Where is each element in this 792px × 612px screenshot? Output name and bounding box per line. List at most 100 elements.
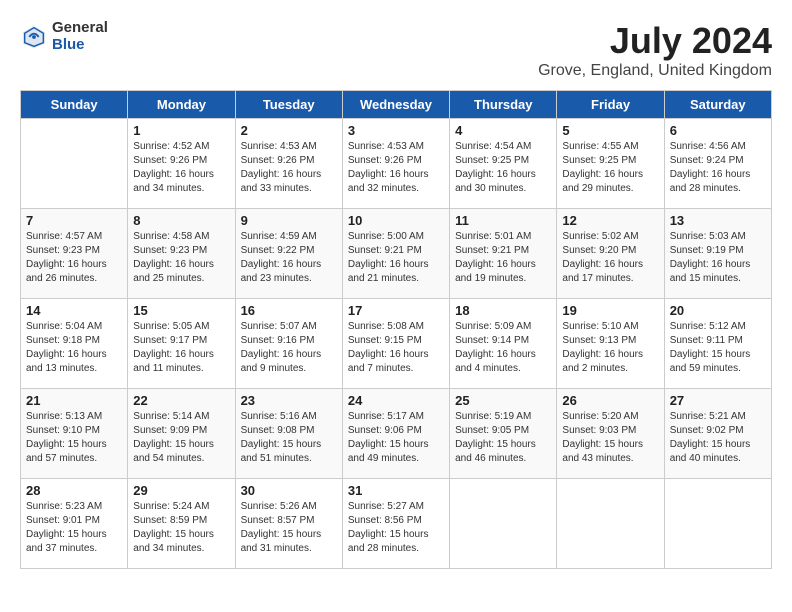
day-number: 27 xyxy=(670,393,766,408)
logo-icon xyxy=(20,23,48,51)
calendar-header-wednesday: Wednesday xyxy=(342,91,449,119)
calendar-cell: 18 Sunrise: 5:09 AM Sunset: 9:14 PM Dayli… xyxy=(450,299,557,389)
day-info: Sunrise: 5:17 AM Sunset: 9:06 PM Dayligh… xyxy=(348,410,444,466)
day-number: 26 xyxy=(562,393,658,408)
day-number: 25 xyxy=(455,393,551,408)
calendar-week-row: 28 Sunrise: 5:23 AM Sunset: 9:01 PM Dayli… xyxy=(21,479,772,569)
day-info: Sunrise: 5:21 AM Sunset: 9:02 PM Dayligh… xyxy=(670,410,766,466)
calendar-cell: 13 Sunrise: 5:03 AM Sunset: 9:19 PM Dayli… xyxy=(664,209,771,299)
calendar-header-friday: Friday xyxy=(557,91,664,119)
calendar-cell: 23Sunrise: 5:16 AM Sunset: 9:08 PM Dayli… xyxy=(235,389,342,479)
location-subtitle: Grove, England, United Kingdom xyxy=(538,62,772,80)
day-number: 4 xyxy=(455,123,551,138)
calendar-cell: 10 Sunrise: 5:00 AM Sunset: 9:21 PM Dayli… xyxy=(342,209,449,299)
calendar-header-saturday: Saturday xyxy=(664,91,771,119)
day-number: 30 xyxy=(241,483,337,498)
day-info: Sunrise: 5:05 AM Sunset: 9:17 PM Dayligh… xyxy=(133,320,229,376)
day-number: 17 xyxy=(348,303,444,318)
calendar-week-row: 7Sunrise: 4:57 AM Sunset: 9:23 PM Daylig… xyxy=(21,209,772,299)
day-info: Sunrise: 4:57 AM Sunset: 9:23 PM Dayligh… xyxy=(26,230,122,286)
calendar-header-sunday: Sunday xyxy=(21,91,128,119)
calendar-header-thursday: Thursday xyxy=(450,91,557,119)
page-header: General Blue July 2024 Grove, England, U… xyxy=(20,20,772,80)
day-info: Sunrise: 5:20 AM Sunset: 9:03 PM Dayligh… xyxy=(562,410,658,466)
day-info: Sunrise: 5:16 AM Sunset: 9:08 PM Dayligh… xyxy=(241,410,337,466)
logo-blue-text: Blue xyxy=(52,37,108,54)
day-info: Sunrise: 5:19 AM Sunset: 9:05 PM Dayligh… xyxy=(455,410,551,466)
day-number: 13 xyxy=(670,213,766,228)
day-number: 10 xyxy=(348,213,444,228)
day-info: Sunrise: 5:26 AM Sunset: 8:57 PM Dayligh… xyxy=(241,500,337,556)
day-number: 28 xyxy=(26,483,122,498)
day-number: 14 xyxy=(26,303,122,318)
calendar-cell: 15 Sunrise: 5:05 AM Sunset: 9:17 PM Dayli… xyxy=(128,299,235,389)
day-info: Sunrise: 5:12 AM Sunset: 9:11 PM Dayligh… xyxy=(670,320,766,376)
day-number: 16 xyxy=(241,303,337,318)
calendar-cell: 9 Sunrise: 4:59 AM Sunset: 9:22 PM Daylig… xyxy=(235,209,342,299)
day-number: 6 xyxy=(670,123,766,138)
calendar-cell: 2Sunrise: 4:53 AM Sunset: 9:26 PM Daylig… xyxy=(235,119,342,209)
day-info: Sunrise: 4:54 AM Sunset: 9:25 PM Dayligh… xyxy=(455,140,551,196)
calendar-cell: 30 Sunrise: 5:26 AM Sunset: 8:57 PM Dayli… xyxy=(235,479,342,569)
calendar-cell xyxy=(21,119,128,209)
calendar-cell: 12Sunrise: 5:02 AM Sunset: 9:20 PM Dayli… xyxy=(557,209,664,299)
day-info: Sunrise: 4:59 AM Sunset: 9:22 PM Dayligh… xyxy=(241,230,337,286)
logo-text: General Blue xyxy=(52,20,108,53)
day-number: 24 xyxy=(348,393,444,408)
day-info: Sunrise: 5:00 AM Sunset: 9:21 PM Dayligh… xyxy=(348,230,444,286)
logo-general-text: General xyxy=(52,20,108,37)
calendar-cell: 27 Sunrise: 5:21 AM Sunset: 9:02 PM Dayli… xyxy=(664,389,771,479)
day-info: Sunrise: 4:56 AM Sunset: 9:24 PM Dayligh… xyxy=(670,140,766,196)
day-info: Sunrise: 5:03 AM Sunset: 9:19 PM Dayligh… xyxy=(670,230,766,286)
day-info: Sunrise: 5:07 AM Sunset: 9:16 PM Dayligh… xyxy=(241,320,337,376)
day-info: Sunrise: 4:53 AM Sunset: 9:26 PM Dayligh… xyxy=(241,140,337,196)
day-info: Sunrise: 4:58 AM Sunset: 9:23 PM Dayligh… xyxy=(133,230,229,286)
calendar-cell xyxy=(450,479,557,569)
calendar-cell: 22 Sunrise: 5:14 AM Sunset: 9:09 PM Dayli… xyxy=(128,389,235,479)
logo: General Blue xyxy=(20,20,108,53)
calendar-week-row: 14 Sunrise: 5:04 AM Sunset: 9:18 PM Dayli… xyxy=(21,299,772,389)
calendar-cell xyxy=(557,479,664,569)
calendar-header-row: SundayMondayTuesdayWednesdayThursdayFrid… xyxy=(21,91,772,119)
day-info: Sunrise: 5:13 AM Sunset: 9:10 PM Dayligh… xyxy=(26,410,122,466)
day-number: 22 xyxy=(133,393,229,408)
calendar-cell: 3Sunrise: 4:53 AM Sunset: 9:26 PM Daylig… xyxy=(342,119,449,209)
day-number: 1 xyxy=(133,123,229,138)
calendar-cell: 25 Sunrise: 5:19 AM Sunset: 9:05 PM Dayli… xyxy=(450,389,557,479)
calendar-cell: 31 Sunrise: 5:27 AM Sunset: 8:56 PM Dayli… xyxy=(342,479,449,569)
day-info: Sunrise: 5:04 AM Sunset: 9:18 PM Dayligh… xyxy=(26,320,122,376)
day-info: Sunrise: 5:24 AM Sunset: 8:59 PM Dayligh… xyxy=(133,500,229,556)
calendar-cell: 8Sunrise: 4:58 AM Sunset: 9:23 PM Daylig… xyxy=(128,209,235,299)
calendar-cell: 24 Sunrise: 5:17 AM Sunset: 9:06 PM Dayli… xyxy=(342,389,449,479)
day-info: Sunrise: 5:23 AM Sunset: 9:01 PM Dayligh… xyxy=(26,500,122,556)
calendar-cell: 29 Sunrise: 5:24 AM Sunset: 8:59 PM Dayli… xyxy=(128,479,235,569)
calendar-week-row: 21 Sunrise: 5:13 AM Sunset: 9:10 PM Dayli… xyxy=(21,389,772,479)
calendar-table: SundayMondayTuesdayWednesdayThursdayFrid… xyxy=(20,90,772,569)
day-number: 31 xyxy=(348,483,444,498)
calendar-body: 1 Sunrise: 4:52 AM Sunset: 9:26 PM Daylig… xyxy=(21,119,772,569)
day-number: 9 xyxy=(241,213,337,228)
calendar-cell xyxy=(664,479,771,569)
day-info: Sunrise: 4:55 AM Sunset: 9:25 PM Dayligh… xyxy=(562,140,658,196)
day-info: Sunrise: 5:14 AM Sunset: 9:09 PM Dayligh… xyxy=(133,410,229,466)
day-number: 18 xyxy=(455,303,551,318)
calendar-cell: 17 Sunrise: 5:08 AM Sunset: 9:15 PM Dayli… xyxy=(342,299,449,389)
day-info: Sunrise: 5:27 AM Sunset: 8:56 PM Dayligh… xyxy=(348,500,444,556)
calendar-header-monday: Monday xyxy=(128,91,235,119)
day-number: 15 xyxy=(133,303,229,318)
calendar-week-row: 1 Sunrise: 4:52 AM Sunset: 9:26 PM Daylig… xyxy=(21,119,772,209)
day-info: Sunrise: 5:08 AM Sunset: 9:15 PM Dayligh… xyxy=(348,320,444,376)
calendar-cell: 1 Sunrise: 4:52 AM Sunset: 9:26 PM Daylig… xyxy=(128,119,235,209)
day-number: 11 xyxy=(455,213,551,228)
day-info: Sunrise: 4:52 AM Sunset: 9:26 PM Dayligh… xyxy=(133,140,229,196)
day-number: 21 xyxy=(26,393,122,408)
day-info: Sunrise: 5:01 AM Sunset: 9:21 PM Dayligh… xyxy=(455,230,551,286)
day-number: 20 xyxy=(670,303,766,318)
day-number: 19 xyxy=(562,303,658,318)
title-block: July 2024 Grove, England, United Kingdom xyxy=(538,20,772,80)
calendar-cell: 4 Sunrise: 4:54 AM Sunset: 9:25 PM Daylig… xyxy=(450,119,557,209)
calendar-cell: 26 Sunrise: 5:20 AM Sunset: 9:03 PM Dayli… xyxy=(557,389,664,479)
day-info: Sunrise: 5:09 AM Sunset: 9:14 PM Dayligh… xyxy=(455,320,551,376)
day-number: 29 xyxy=(133,483,229,498)
month-year-title: July 2024 xyxy=(538,20,772,62)
